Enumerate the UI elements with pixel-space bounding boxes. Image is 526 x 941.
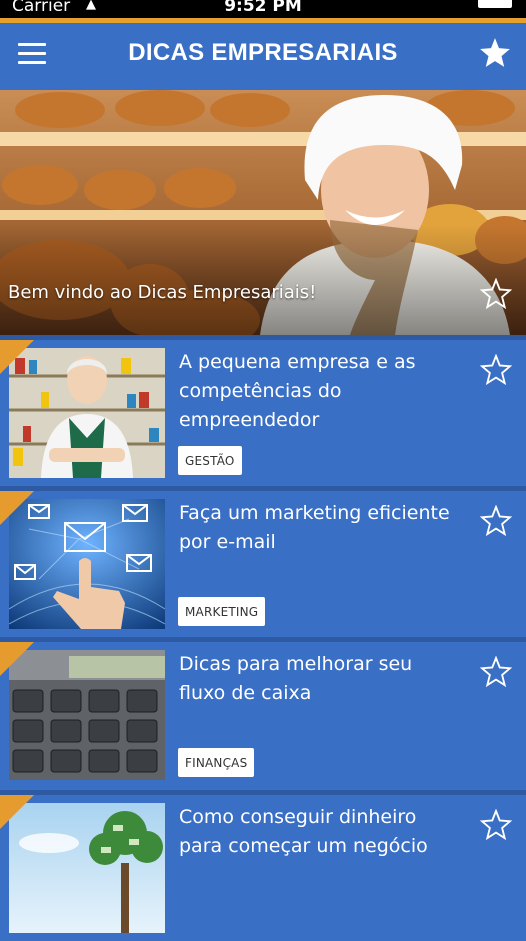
star-icon[interactable]	[480, 656, 512, 688]
status-bar: Carrier ▲ 9:52 PM	[0, 0, 526, 18]
star-icon[interactable]	[480, 278, 512, 310]
favorites-star-icon[interactable]	[478, 36, 512, 70]
category-tag[interactable]: FINANÇAS	[178, 748, 255, 777]
article-title: Dicas para melhorar seu fluxo de caixa	[179, 653, 413, 704]
nav-bar: DICAS EMPRESARIAIS	[0, 23, 526, 90]
corner-marker	[0, 491, 34, 525]
corner-marker	[0, 642, 34, 676]
corner-marker	[0, 795, 34, 829]
star-icon[interactable]	[480, 354, 512, 386]
article-card-1[interactable]: A pequena empresa e as competências do e…	[0, 335, 526, 486]
article-title: Faça um marketing eficiente por e-mail	[179, 502, 450, 553]
hero-caption: Bem vindo ao Dicas Empresariais!	[8, 282, 317, 303]
star-icon[interactable]	[480, 505, 512, 537]
category-tag[interactable]: GESTÃO	[178, 446, 242, 475]
battery-icon	[478, 0, 512, 8]
article-title: Como conseguir dinheiro para começar um …	[179, 806, 428, 857]
article-card-2[interactable]: Faça um marketing eficiente por e-mail M…	[0, 486, 526, 637]
star-icon[interactable]	[480, 809, 512, 841]
clock: 9:52 PM	[224, 0, 302, 16]
article-card-3[interactable]: Dicas para melhorar seu fluxo de caixa F…	[0, 637, 526, 788]
article-card-4[interactable]: Como conseguir dinheiro para começar um …	[0, 790, 526, 941]
corner-marker	[0, 340, 34, 374]
article-title: A pequena empresa e as competências do e…	[179, 351, 416, 431]
category-tag[interactable]: MARKETING	[178, 597, 266, 626]
hero-banner[interactable]: Bem vindo ao Dicas Empresariais!	[0, 90, 526, 335]
page-title: DICAS EMPRESARIAIS	[128, 39, 398, 66]
